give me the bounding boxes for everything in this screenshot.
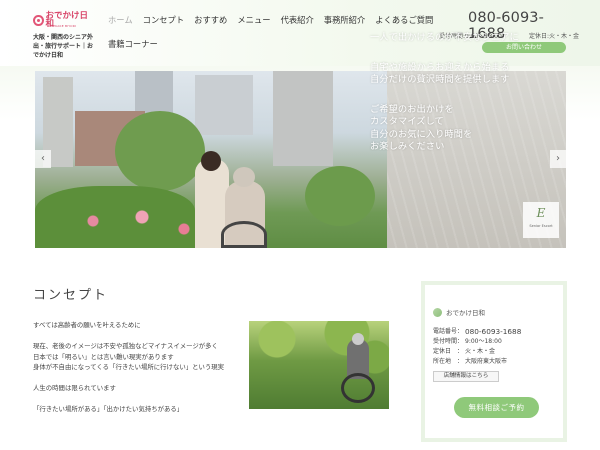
concept-photo <box>249 321 389 409</box>
card-name: おでかけ日和 <box>446 309 485 317</box>
concept-paragraph: 「行きたい場所がある」「出かけたい気持ちがある」 <box>33 405 184 413</box>
senior-head <box>233 167 255 187</box>
info-value: 火・木・金 <box>465 348 496 355</box>
building-shape <box>195 75 253 135</box>
tree-shape <box>115 111 205 191</box>
brand-badge-letter: E <box>536 206 546 220</box>
office-info-list: 電話番号： 080-6093-1688 受付時間： 9:00～18:00 定休日… <box>433 327 555 367</box>
hero-line: お楽しみください <box>370 141 445 152</box>
info-label: 所在地 ： <box>433 358 464 365</box>
hero-line: 一人で出かけるのが不安なシニアに <box>370 32 519 43</box>
nav-item[interactable]: 書籍コーナー <box>108 38 158 51</box>
caregiver-head <box>201 151 221 171</box>
flowers-shape <box>65 201 205 241</box>
hero-line: 自宅や施設からお迎えから始まる <box>370 61 510 73</box>
wheelchair-shape <box>341 373 375 403</box>
info-row-hours: 受付時間： 9:00～18:00 <box>433 337 555 347</box>
concept-paragraph <box>33 373 233 384</box>
nav-item[interactable]: メニュー <box>237 14 270 27</box>
concept-paragraph: 身体が不自由になってくる「行きたい場所に行けない」という現実 <box>33 363 225 371</box>
hero-line: ご希望のお出かけを <box>370 103 454 115</box>
info-value: 9:00～18:00 <box>465 338 502 345</box>
concept-paragraph: 人生の時間は限られています <box>33 384 116 392</box>
concept-paragraph <box>33 331 233 342</box>
building-shape <box>273 71 333 166</box>
wheelchair-shape <box>221 221 267 248</box>
concept-paragraph: すべては高齢者の願いを叶えるために <box>33 321 141 329</box>
card-logo-icon <box>433 307 442 317</box>
card-logo: おでかけ日和 <box>433 307 555 317</box>
concept-body: すべては高齢者の願いを叶えるために現在、老後のイメージは不安や孤独などマイナスイ… <box>33 320 233 415</box>
brand-badge-sub: Senior Escort <box>529 224 553 228</box>
info-row-address: 所在地 ： 大阪府東大阪市 <box>433 357 555 367</box>
slider-prev-arrow-icon[interactable]: ‹ <box>35 150 51 168</box>
logo-subtext: ODEKAKE BIYORI <box>48 24 77 28</box>
header-closed-text: 定休日:火・木・金 <box>528 33 579 40</box>
concept-paragraph: 現在、老後のイメージは不安や孤独などマイナスイメージが多く <box>33 342 218 350</box>
info-phone[interactable]: 080-6093-1688 <box>465 327 521 337</box>
nav-item[interactable]: おすすめ <box>194 14 227 27</box>
hero-line: カスタマイズして <box>370 116 444 127</box>
logo-mark-icon <box>33 14 44 26</box>
info-row-phone: 電話番号： 080-6093-1688 <box>433 327 555 337</box>
brand-badge-logo: E Senior Escort <box>523 202 559 238</box>
hero-copy: 一人で出かけるのが不安なシニアに 自宅や施設からお迎えから始まる 自分だけの贅沢… <box>370 32 535 154</box>
info-label: 電話番号： <box>433 328 464 335</box>
nav-item[interactable]: ホーム <box>108 14 133 27</box>
concept-paragraph: 日本では「明るい」とは言い難い現実があります <box>33 352 174 361</box>
nav-item[interactable]: 事務所紹介 <box>324 14 366 27</box>
site-tagline: 大阪・関西のシニア外出・旅行サポート｜おでかけ日和 <box>33 34 94 59</box>
hero-line: 自分のお気に入り時間を <box>370 128 473 140</box>
office-info-inner: おでかけ日和 電話番号： 080-6093-1688 受付時間： 9:00～18… <box>433 291 555 382</box>
slider-next-arrow-icon[interactable]: › <box>550 150 566 168</box>
info-label: 受付時間： <box>433 338 464 345</box>
nav-item[interactable]: 代表紹介 <box>281 14 314 27</box>
free-consultation-button[interactable]: 無料相談ご予約 <box>454 397 539 418</box>
store-info-button[interactable]: 店舗情報はこちら <box>433 371 499 382</box>
info-row-closed: 定休日 ： 火・木・金 <box>433 347 555 357</box>
nav-item[interactable]: よくあるご質問 <box>375 14 433 27</box>
nav-item[interactable]: コンセプト <box>143 14 185 27</box>
office-info-card: おでかけ日和 電話番号： 080-6093-1688 受付時間： 9:00～18… <box>421 281 567 442</box>
info-value: 大阪府東大阪市 <box>465 358 508 365</box>
tree-shape <box>305 166 375 226</box>
concept-heading: コンセプト <box>33 288 109 303</box>
info-label: 定休日 ： <box>433 348 464 355</box>
concept-paragraph <box>33 394 233 405</box>
hero-line: 自分だけの贅沢時間を提供します <box>370 74 510 85</box>
senior-head <box>352 333 364 345</box>
hero-photo <box>35 71 387 248</box>
